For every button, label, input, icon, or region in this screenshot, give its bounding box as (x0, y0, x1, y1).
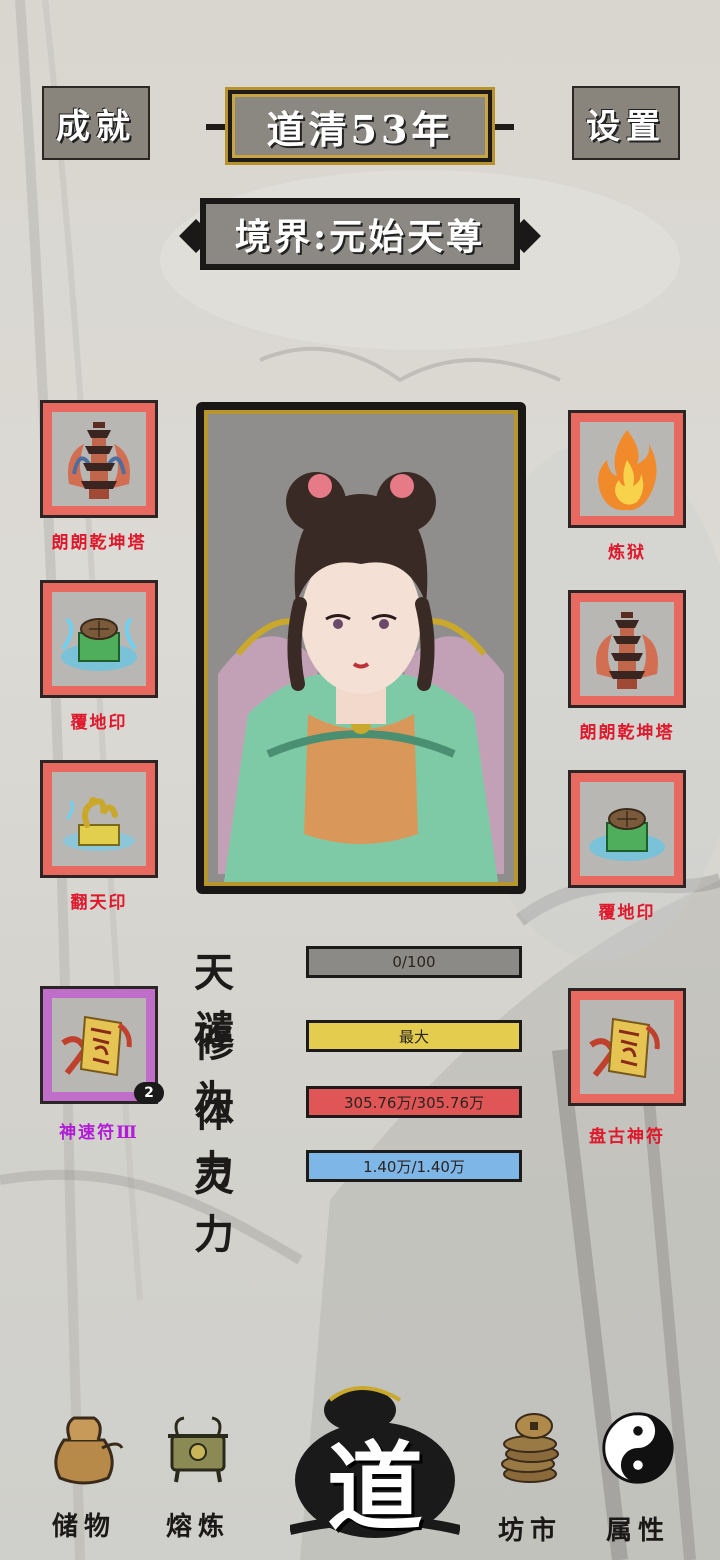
right-slot-3-label: 覆地印 (598, 903, 656, 923)
stat-bar-stamina: 305.76万/305.76万 (306, 1086, 522, 1118)
nav-smelting[interactable]: 熔炼 (148, 1410, 248, 1543)
left-slot-2-label: 覆地印 (70, 713, 128, 733)
stat-value-heavenly-punishment: 0/100 (392, 953, 436, 971)
talisman-icon (580, 1000, 674, 1094)
right-slot-2-label: 朗朗乾坤塔 (579, 723, 675, 743)
nav-market[interactable]: 坊市 (480, 1410, 580, 1547)
achievements-button[interactable]: 成就 (42, 86, 150, 160)
stat-bar-cultivation: 最大 (306, 1020, 522, 1052)
achievements-label: 成就 (56, 106, 136, 147)
pouch-icon (34, 1410, 134, 1490)
settings-label: 设置 (586, 106, 666, 147)
cauldron-icon (148, 1410, 248, 1490)
right-slot-4-label: 盘古神符 (589, 1127, 665, 1147)
stat-label-spirit: 灵力 (194, 1153, 248, 1258)
year-title: 道清53年 (266, 106, 454, 152)
left-slot-4-label: 神速符Ⅲ (59, 1123, 139, 1143)
right-slot-1-label: 炼狱 (608, 543, 646, 563)
nav-storage[interactable]: 储物 (34, 1410, 134, 1543)
dragon-seal-icon (52, 772, 146, 866)
left-slot-1-label: 朗朗乾坤塔 (51, 533, 147, 553)
stat-bar-heavenly-punishment: 0/100 (306, 946, 522, 978)
talisman-icon (52, 998, 146, 1092)
pagoda-icon (580, 602, 674, 696)
stat-bar-spirit: 1.40万/1.40万 (306, 1150, 522, 1182)
yin-yang-icon (588, 1410, 688, 1490)
stat-value-stamina: 305.76万/305.76万 (343, 1093, 485, 1112)
nav-dao-button[interactable]: 道 (288, 1380, 462, 1550)
settings-button[interactable]: 设置 (572, 86, 680, 160)
nav-dao-label: 道 (327, 1431, 423, 1544)
right-slot-1[interactable] (568, 410, 686, 528)
coins-icon (480, 1410, 580, 1490)
nav-attributes[interactable]: 属性 (588, 1410, 688, 1547)
nav-storage-label: 储物 (51, 1512, 116, 1542)
left-slot-3-label: 翻天印 (70, 893, 128, 913)
right-slot-3[interactable] (568, 770, 686, 888)
left-slot-2[interactable] (40, 580, 158, 698)
nav-smelting-label: 熔炼 (165, 1512, 230, 1542)
nav-attributes-label: 属性 (605, 1516, 670, 1546)
realm-label: 境界:元始天尊 (234, 216, 486, 258)
turtle-seal-icon (580, 782, 674, 876)
count-badge: 2 (134, 1082, 164, 1104)
stat-value-cultivation: 最大 (398, 1027, 429, 1046)
character-portrait[interactable] (196, 402, 526, 894)
character-image (204, 410, 518, 886)
year-title-banner: 道清53年 (228, 90, 492, 162)
left-slot-1[interactable] (40, 400, 158, 518)
right-slot-4[interactable] (568, 988, 686, 1106)
right-slot-2[interactable] (568, 590, 686, 708)
turtle-seal-icon (52, 592, 146, 686)
realm-banner: 境界:元始天尊 (200, 198, 520, 270)
nav-market-label: 坊市 (497, 1516, 562, 1546)
stat-value-spirit: 1.40万/1.40万 (363, 1157, 465, 1176)
flame-icon (580, 422, 674, 516)
pagoda-icon (52, 412, 146, 506)
left-slot-3[interactable] (40, 760, 158, 878)
